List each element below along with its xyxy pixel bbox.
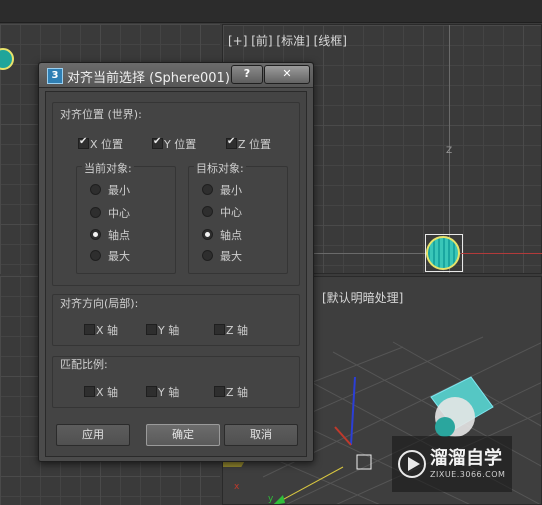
orient-z-checkbox[interactable] — [214, 324, 225, 335]
ok-button[interactable]: 确定 — [146, 424, 220, 446]
app-icon: 3 — [47, 68, 63, 84]
orient-z-label[interactable]: Z 轴 — [226, 322, 248, 338]
target-object-label: 目标对象: — [194, 160, 246, 176]
orient-y-label[interactable]: Y 轴 — [158, 322, 179, 338]
z-position-checkbox[interactable] — [226, 136, 237, 149]
help-button[interactable]: ? — [231, 65, 263, 84]
y-position-checkbox[interactable] — [152, 136, 163, 149]
scale-y-checkbox[interactable] — [146, 386, 157, 397]
align-orientation-label: 对齐方向(局部): — [60, 297, 139, 310]
dialog-title: 对齐当前选择 (Sphere001) — [67, 71, 230, 86]
orient-x-label[interactable]: X 轴 — [96, 322, 118, 338]
perspective-viewport-label[interactable]: [默认明暗处理] — [322, 289, 403, 306]
target-pivot-radio[interactable] — [202, 229, 213, 240]
y-axis-label: y — [268, 494, 274, 504]
watermark: 溜溜自学 ZIXUE.3066.COM — [392, 436, 512, 492]
front-viewport-label[interactable]: [+] [前] [标准] [线框] — [228, 32, 347, 49]
current-min-label[interactable]: 最小 — [108, 182, 130, 198]
watermark-subtitle: ZIXUE.3066.COM — [430, 470, 506, 479]
target-center-label[interactable]: 中心 — [220, 204, 242, 220]
align-position-label: 对齐位置 (世界): — [60, 108, 142, 121]
align-selection-dialog[interactable]: 3 对齐当前选择 (Sphere001) ? ✕ 对齐位置 (世界): X 位置… — [38, 62, 314, 462]
target-center-radio[interactable] — [202, 206, 213, 217]
scale-z-label[interactable]: Z 轴 — [226, 384, 248, 400]
scale-z-checkbox[interactable] — [214, 386, 225, 397]
scale-y-label[interactable]: Y 轴 — [158, 384, 179, 400]
target-max-label[interactable]: 最大 — [220, 248, 242, 264]
current-max-radio[interactable] — [90, 250, 101, 261]
target-pivot-label[interactable]: 轴点 — [220, 227, 242, 243]
current-max-label[interactable]: 最大 — [108, 248, 130, 264]
play-logo-icon — [398, 450, 426, 478]
sphere-object[interactable] — [426, 236, 460, 270]
current-center-radio[interactable] — [90, 207, 101, 218]
x-position-checkbox[interactable] — [78, 136, 89, 149]
current-center-label[interactable]: 中心 — [108, 205, 130, 221]
target-min-radio[interactable] — [202, 184, 213, 195]
scale-x-label[interactable]: X 轴 — [96, 384, 118, 400]
z-position-label[interactable]: Z 位置 — [238, 136, 271, 152]
match-scale-label: 匹配比例: — [60, 358, 108, 371]
red-axis-line — [461, 253, 542, 254]
scale-x-checkbox[interactable] — [84, 386, 95, 397]
x-axis-label: x — [234, 482, 240, 492]
target-max-radio[interactable] — [202, 250, 213, 261]
orient-x-checkbox[interactable] — [84, 324, 95, 335]
apply-button[interactable]: 应用 — [56, 424, 130, 446]
current-min-radio[interactable] — [90, 184, 101, 195]
dialog-titlebar[interactable]: 3 对齐当前选择 (Sphere001) ? ✕ — [39, 63, 313, 88]
current-object-label: 当前对象: — [82, 160, 134, 176]
y-position-label[interactable]: Y 位置 — [164, 136, 196, 152]
cancel-button[interactable]: 取消 — [224, 424, 298, 446]
current-pivot-label[interactable]: 轴点 — [108, 227, 130, 243]
target-min-label[interactable]: 最小 — [220, 182, 242, 198]
orient-y-checkbox[interactable] — [146, 324, 157, 335]
close-button[interactable]: ✕ — [264, 65, 310, 84]
toolbar-strip — [0, 0, 542, 23]
x-position-label[interactable]: X 位置 — [90, 136, 123, 152]
current-pivot-radio[interactable] — [90, 229, 101, 240]
watermark-title: 溜溜自学 — [430, 448, 502, 469]
z-axis-label: Z — [446, 146, 453, 156]
dialog-body: 对齐位置 (世界): X 位置 Y 位置 Z 位置 当前对象: 最小 中心 轴点… — [45, 91, 307, 457]
